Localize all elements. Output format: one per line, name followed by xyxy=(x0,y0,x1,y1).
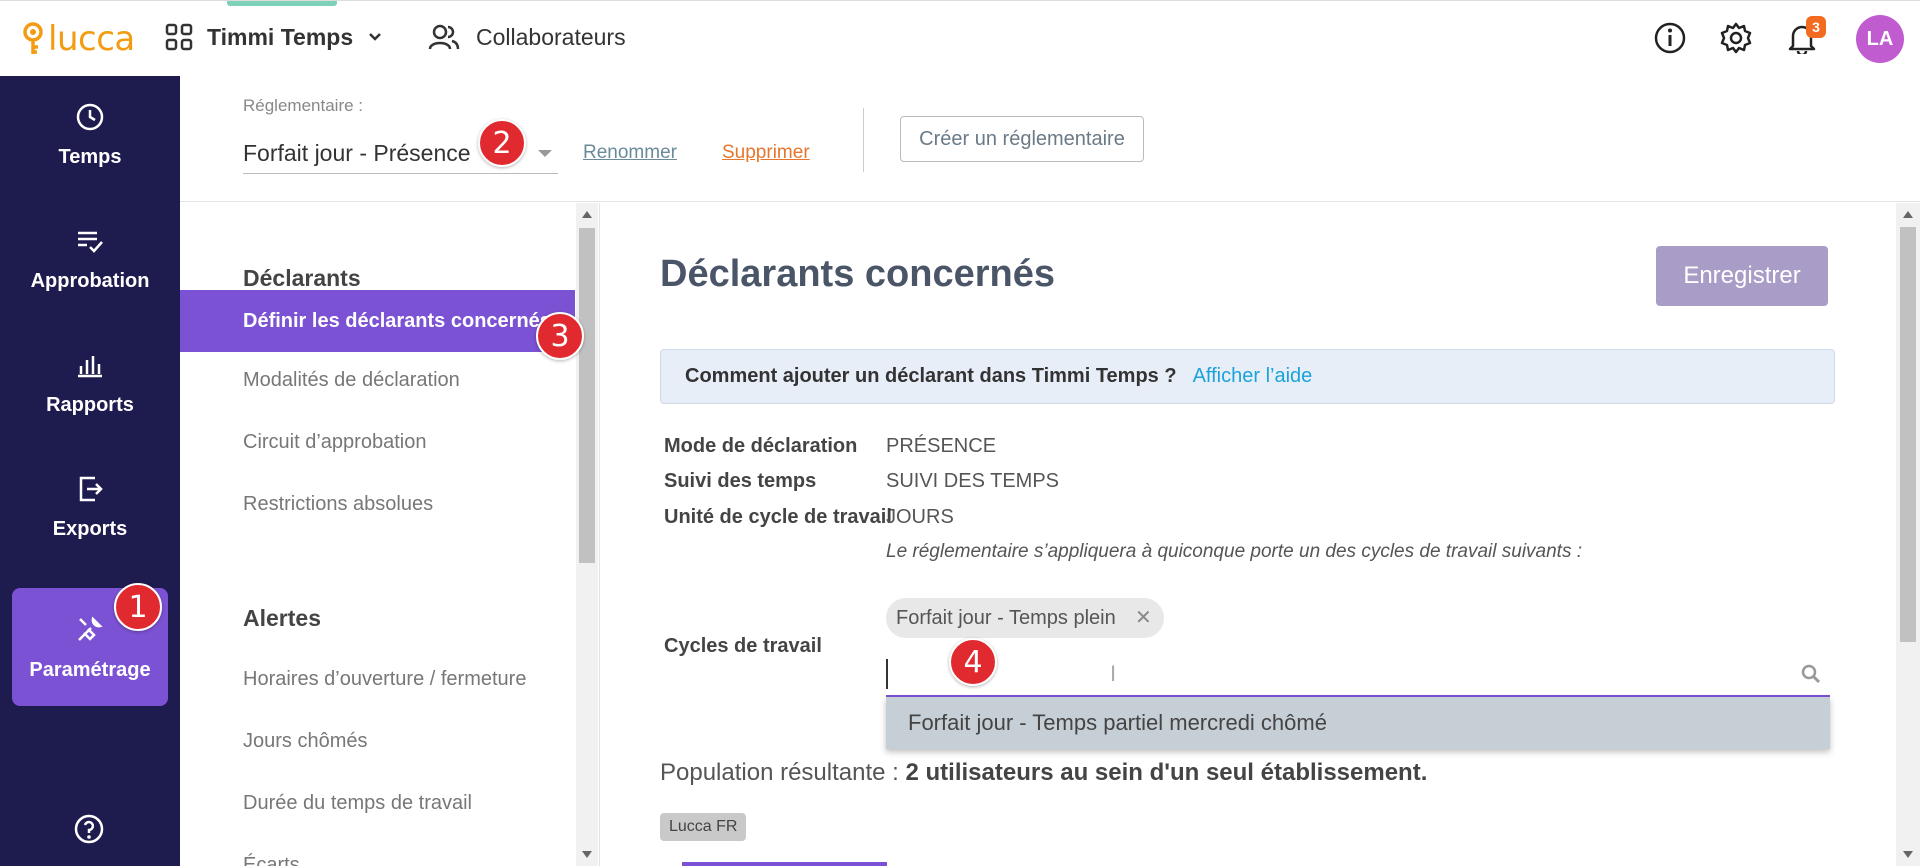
subnav-scrollbar[interactable] xyxy=(576,203,598,866)
collaborateurs-label: Collaborateurs xyxy=(476,23,626,50)
sidebar-item-label: Rapports xyxy=(46,393,134,416)
subnav-section-alertes: Alertes xyxy=(243,605,321,631)
reglementaire-header: Réglementaire : Forfait jour - Présence … xyxy=(180,76,1920,202)
rename-link[interactable]: Renommer xyxy=(583,142,677,164)
scrollbar-thumb[interactable] xyxy=(1900,227,1916,642)
create-reglementaire-button[interactable]: Créer un réglementaire xyxy=(900,116,1144,162)
app-accent-bar xyxy=(227,1,337,6)
sidebar-item-label: Paramétrage xyxy=(29,658,151,681)
collaborateurs-link[interactable]: Collaborateurs xyxy=(428,23,626,51)
chevron-down-icon xyxy=(369,33,382,41)
divider xyxy=(863,108,864,172)
apps-grid-icon xyxy=(165,23,193,51)
scroll-up-icon[interactable] xyxy=(1903,211,1913,218)
notifications-bell-icon[interactable]: 3 xyxy=(1784,16,1826,56)
main-scrollbar[interactable] xyxy=(1896,203,1920,866)
cycles-search-input[interactable]: Ι xyxy=(886,649,1830,697)
delete-link[interactable]: Supprimer xyxy=(722,142,810,164)
sidebar-item-label: Temps xyxy=(58,145,122,168)
sidebar-item-label: Exports xyxy=(52,517,128,540)
info-key: Suivi des temps xyxy=(664,470,817,492)
subnav-item-duree-temps[interactable]: Durée du temps de travail xyxy=(243,792,472,815)
scroll-down-icon[interactable] xyxy=(1903,851,1913,858)
info-key: Unité de cycle de travail xyxy=(664,506,892,528)
tools-icon xyxy=(78,615,103,641)
establishment-badge: Lucca FR xyxy=(660,813,747,841)
show-help-link[interactable]: Afficher l’aide xyxy=(1193,365,1313,388)
gear-icon[interactable] xyxy=(1718,20,1754,56)
scroll-up-icon[interactable] xyxy=(582,211,592,218)
logo-text: lucca xyxy=(48,19,135,59)
lucca-pin-icon xyxy=(23,22,43,54)
export-icon xyxy=(79,476,103,501)
step-marker-1: 1 xyxy=(114,583,162,631)
population-summary: Population résultante : 2 utilisateurs a… xyxy=(660,759,1427,787)
chip-label: Forfait jour - Temps plein xyxy=(896,607,1116,629)
clock-icon xyxy=(76,103,104,130)
main-content: Déclarants concernés Enregistrer Comment… xyxy=(600,203,1896,866)
settings-subnav: Déclarants Définir les déclarants concer… xyxy=(180,203,600,866)
lucca-logo[interactable]: lucca xyxy=(22,19,135,59)
sidebar-item-temps[interactable]: Temps xyxy=(12,76,168,194)
remove-chip-icon[interactable]: ✕ xyxy=(1135,598,1152,638)
step-marker-4: 4 xyxy=(949,638,997,686)
info-icon[interactable] xyxy=(1652,20,1688,56)
app-name: Timmi Temps xyxy=(207,23,354,50)
subnav-item-jours-chomes[interactable]: Jours chômés xyxy=(243,730,368,753)
help-icon[interactable] xyxy=(72,812,106,846)
sidebar-item-label: Approbation xyxy=(30,269,150,292)
subnav-item-circuit-approbation[interactable]: Circuit d’approbation xyxy=(243,431,426,454)
text-caret xyxy=(886,659,888,689)
info-key: Mode de déclaration xyxy=(664,435,858,457)
subnav-section-declarants: Déclarants xyxy=(243,265,361,291)
caret-down-icon xyxy=(538,150,552,157)
users-icon xyxy=(428,24,460,50)
checklist-icon xyxy=(78,231,103,253)
sidebar-item-approbation[interactable]: Approbation xyxy=(12,200,168,318)
notification-count-badge: 3 xyxy=(1806,16,1826,38)
subnav-item-ecarts[interactable]: Écarts xyxy=(243,854,300,866)
subnav-item-modalites[interactable]: Modalités de déclaration xyxy=(243,369,460,392)
scrollbar-thumb[interactable] xyxy=(579,228,595,563)
population-value: 2 utilisateurs au sein d'un seul établis… xyxy=(905,759,1428,786)
scroll-down-icon[interactable] xyxy=(582,851,592,858)
text-cursor-icon: Ι xyxy=(1110,661,1117,686)
info-value: JOURS xyxy=(886,506,954,528)
population-prefix: Population résultante : xyxy=(660,759,899,786)
top-bar: lucca Timmi Temps Collaborateurs 3 LA xyxy=(0,0,1920,76)
bar-chart-icon xyxy=(78,355,102,377)
save-button[interactable]: Enregistrer xyxy=(1656,246,1828,306)
help-banner: Comment ajouter un déclarant dans Timmi … xyxy=(660,349,1835,404)
subnav-item-definir-declarants[interactable]: Définir les déclarants concernés xyxy=(180,290,575,352)
main-sidebar: Temps Approbation Rapports Exports Param… xyxy=(0,76,180,866)
selected-cycle-chip: Forfait jour - Temps plein ✕ xyxy=(886,598,1164,638)
step-marker-2: 2 xyxy=(478,119,526,167)
cycles-label: Cycles de travail xyxy=(664,635,822,657)
page-title: Déclarants concernés xyxy=(660,253,1055,295)
search-icon xyxy=(1801,664,1821,684)
info-value: PRÉSENCE xyxy=(886,435,997,457)
tab-indicator xyxy=(682,862,887,866)
reglementaire-label: Réglementaire : xyxy=(243,96,364,115)
subnav-item-restrictions[interactable]: Restrictions absolues xyxy=(243,493,433,516)
app-switcher[interactable]: Timmi Temps xyxy=(165,23,383,51)
sidebar-item-exports[interactable]: Exports xyxy=(12,448,168,566)
avatar[interactable]: LA xyxy=(1856,15,1904,63)
info-value: SUIVI DES TEMPS xyxy=(886,470,1060,492)
sidebar-item-rapports[interactable]: Rapports xyxy=(12,324,168,442)
cycles-note: Le réglementaire s’appliquera à quiconqu… xyxy=(886,541,1583,562)
step-marker-3: 3 xyxy=(536,312,584,360)
cycle-dropdown-option[interactable]: Forfait jour - Temps partiel mercredi ch… xyxy=(886,697,1830,749)
help-question: Comment ajouter un déclarant dans Timmi … xyxy=(685,365,1177,387)
subnav-item-horaires[interactable]: Horaires d’ouverture / fermeture xyxy=(243,668,526,691)
reglementaire-select-value: Forfait jour - Présence xyxy=(243,140,471,166)
